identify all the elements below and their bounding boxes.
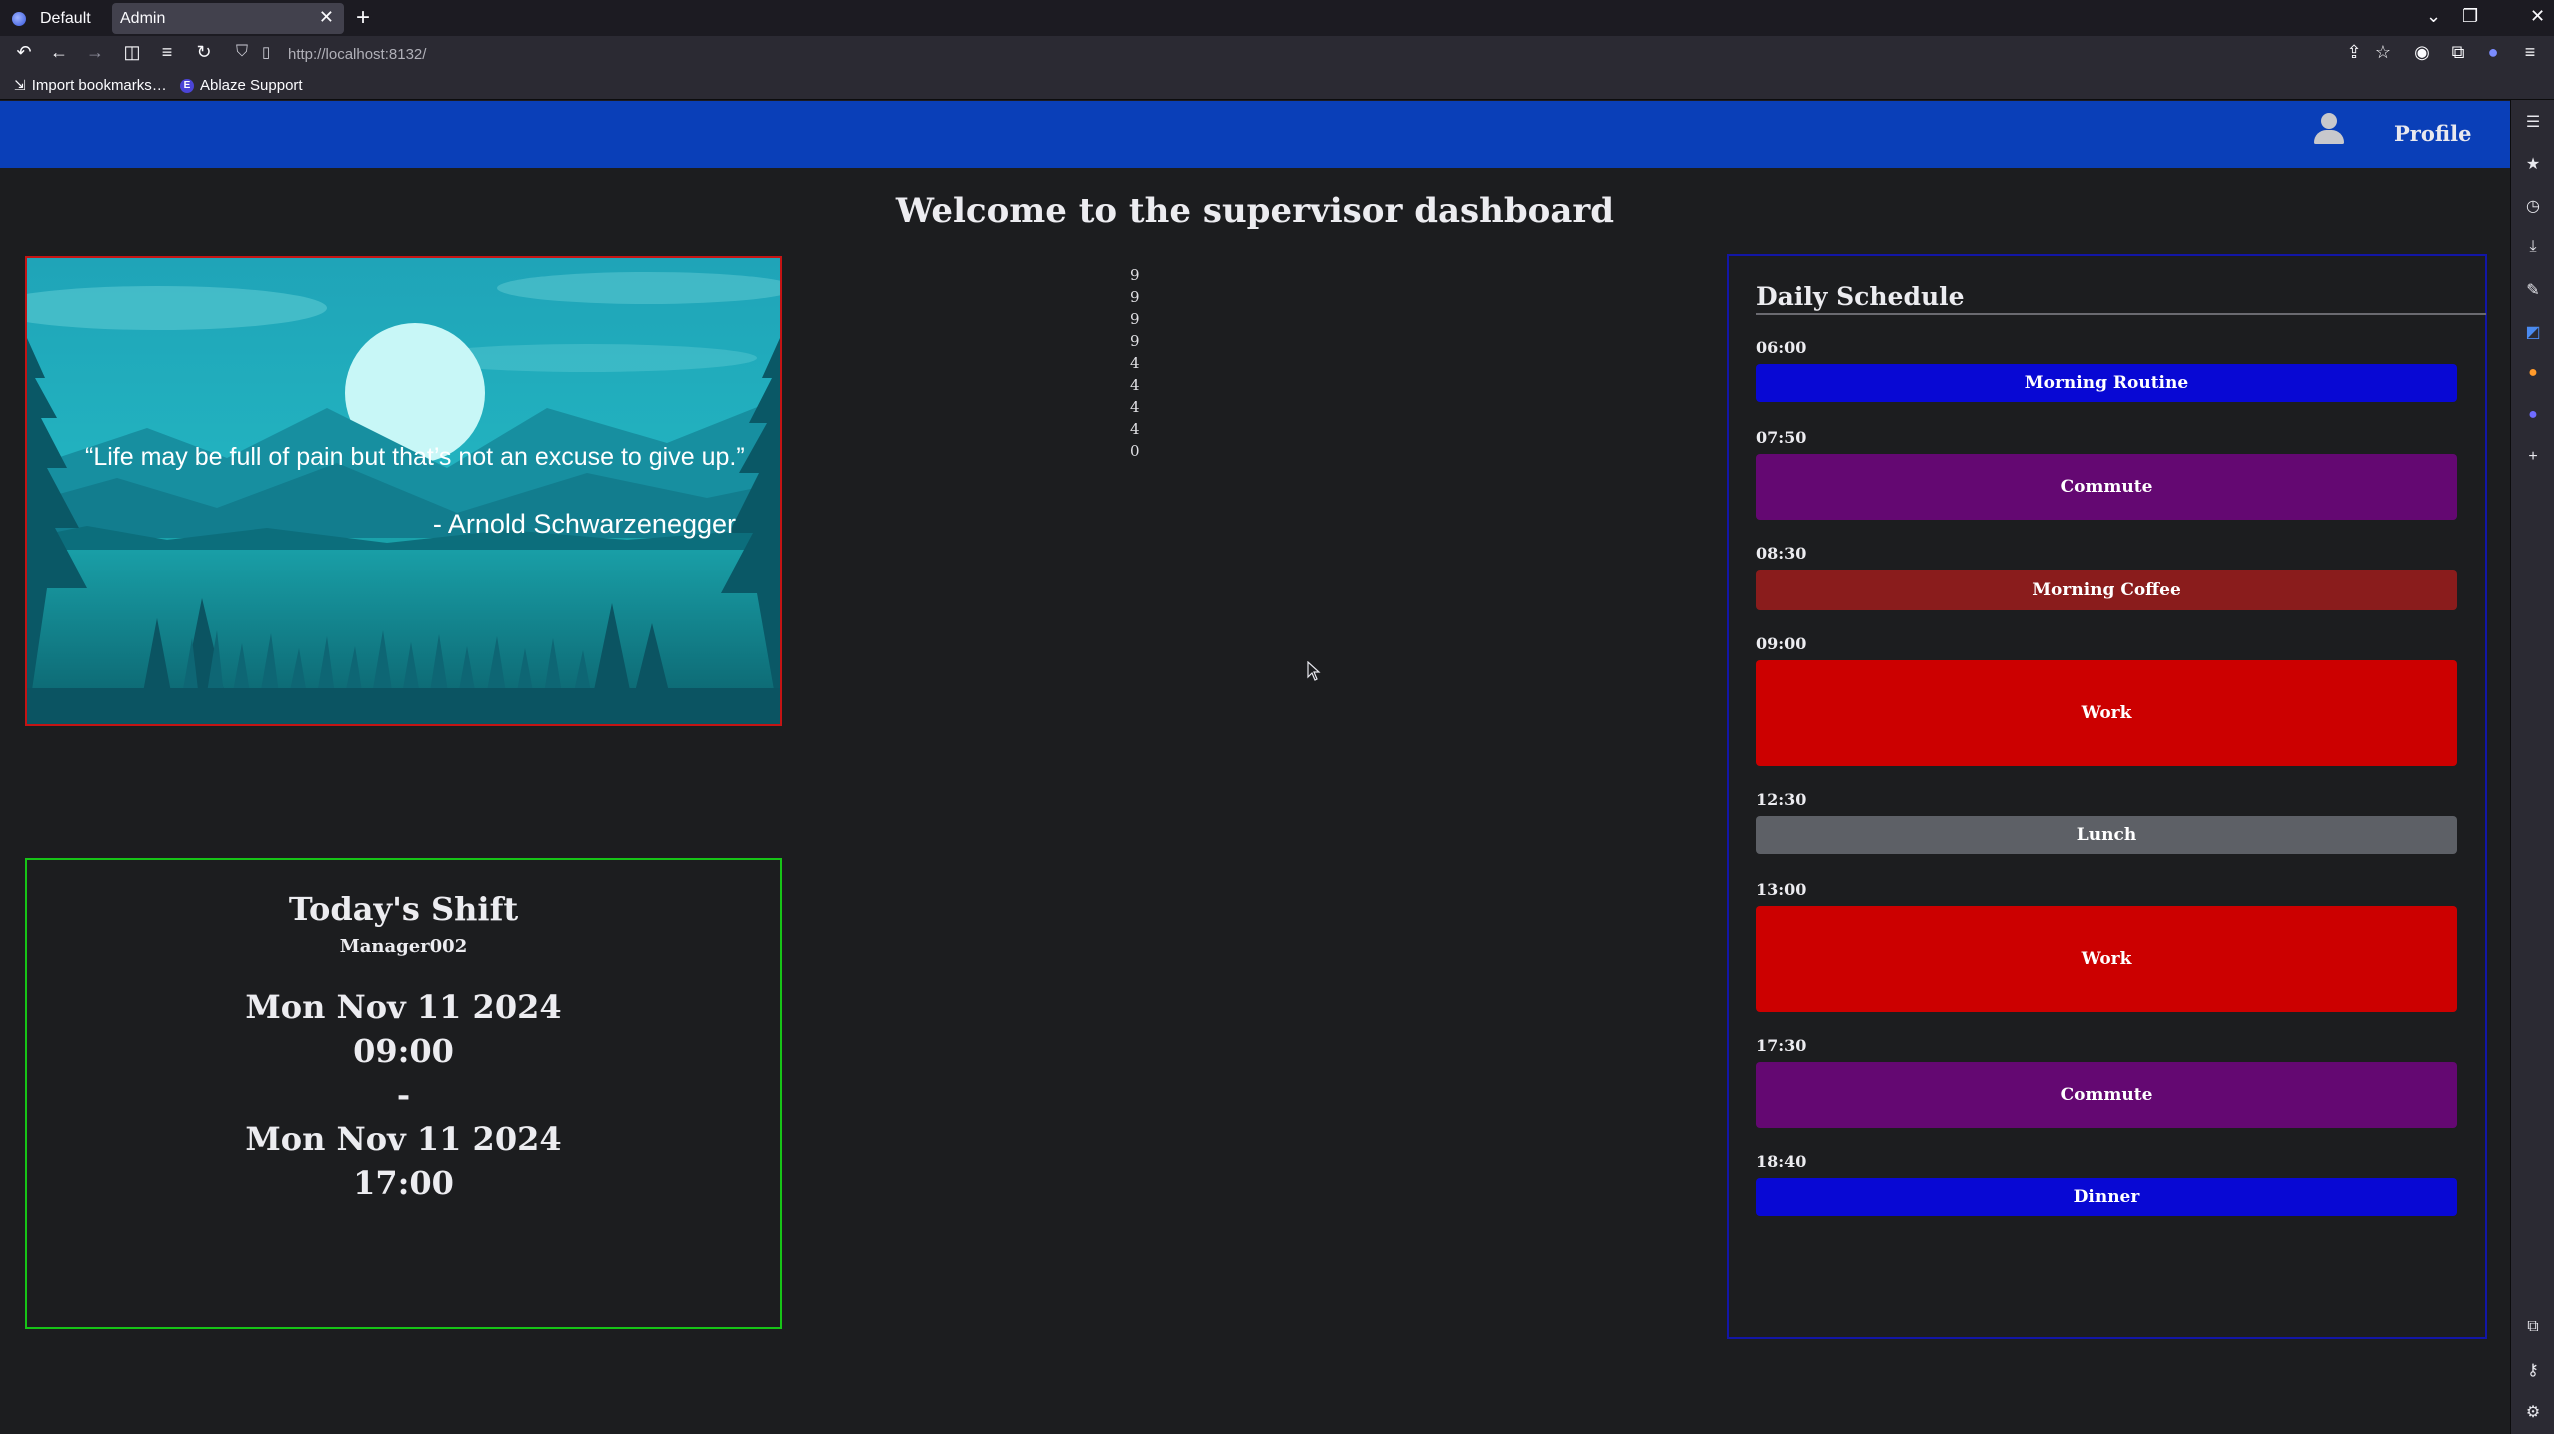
star-icon[interactable]: ★	[2523, 154, 2543, 174]
browser-tab-strip: Default Admin ✕ + ⌄ ❐ ✕	[0, 0, 2554, 36]
bookmark-star-icon[interactable]: ☆	[2371, 42, 2395, 63]
firefox-icon	[12, 11, 26, 26]
schedule-block-morning-coffee[interactable]: Morning Coffee	[1756, 570, 2457, 610]
counter-item: 9	[1130, 266, 1140, 284]
shift-separator: -	[396, 1076, 411, 1114]
avatar-shoulders	[2314, 130, 2344, 144]
landscape-illustration	[27, 258, 780, 724]
schedule-time: 18:40	[1756, 1152, 1807, 1171]
bookmark-import-label: Import bookmarks…	[31, 77, 167, 94]
schedule-block-commute[interactable]: Commute	[1756, 454, 2457, 520]
schedule-block-lunch[interactable]: Lunch	[1756, 816, 2457, 854]
download-icon[interactable]: ⤓	[2523, 238, 2543, 256]
settings-gear-icon[interactable]: ⚙	[2523, 1402, 2543, 1422]
shift-title: Today's Shift	[288, 890, 519, 928]
schedule-time: 06:00	[1756, 338, 1807, 357]
tab-default-label: Default	[40, 9, 91, 27]
quote-card: “Life may be full of pain but that’s not…	[25, 256, 782, 726]
counter-item: 9	[1130, 332, 1140, 350]
schedule-time: 17:30	[1756, 1036, 1807, 1055]
counter-list: 9 9 9 9 4 4 4 4 0	[1130, 264, 1150, 462]
shift-start-time: 09:00	[353, 1032, 454, 1070]
add-panel-icon[interactable]: +	[2523, 448, 2543, 466]
schedule-block-work[interactable]: Work	[1756, 660, 2457, 766]
close-tab-icon[interactable]: ✕	[319, 7, 334, 28]
profile-icon[interactable]: ●	[2481, 42, 2505, 63]
browser-sidebar: ☰ ★ ◷ ⤓ ✎ ◩ ● ● + ⧉ ⚷ ⚙	[2510, 100, 2554, 1434]
counter-item: 4	[1130, 398, 1140, 416]
pen-icon[interactable]: ✎	[2523, 280, 2543, 300]
bookmark-ablaze-support[interactable]: E Ablaze Support	[180, 77, 303, 94]
reload-icon[interactable]: ↻	[192, 42, 216, 63]
back-icon[interactable]: ←	[47, 42, 71, 63]
mouse-cursor-icon	[1307, 661, 1321, 681]
counter-item: 9	[1130, 310, 1140, 328]
firefox-relay-icon[interactable]: ●	[2523, 364, 2543, 382]
schedule-time: 13:00	[1756, 880, 1807, 899]
extension-icon[interactable]: ⧉	[2523, 1318, 2543, 1336]
avatar-head	[2321, 113, 2337, 129]
chevron-down-icon[interactable]: ⌄	[2426, 6, 2441, 27]
schedule-time: 08:30	[1756, 544, 1807, 563]
menu-icon[interactable]: ≡	[2518, 42, 2542, 63]
tab-admin[interactable]: Admin ✕	[112, 3, 344, 34]
counter-item: 9	[1130, 288, 1140, 306]
user-avatar-icon[interactable]	[2312, 113, 2346, 147]
bookmark-ablaze-label: Ablaze Support	[200, 77, 303, 94]
counter-item: 4	[1130, 354, 1140, 372]
page-title: Welcome to the supervisor dashboard	[895, 191, 1615, 231]
bookmark-import[interactable]: ⇲ Import bookmarks…	[14, 77, 167, 94]
schedule-block-morning-routine[interactable]: Morning Routine	[1756, 364, 2457, 402]
shift-end-time: 17:00	[353, 1164, 454, 1202]
url-text[interactable]: http://localhost:8132/	[288, 46, 426, 63]
ablaze-logo-icon: E	[180, 78, 194, 93]
schedule-block-dinner[interactable]: Dinner	[1756, 1178, 2457, 1216]
schedule-block-commute[interactable]: Commute	[1756, 1062, 2457, 1128]
extensions-icon[interactable]: ⧉	[2446, 42, 2470, 63]
forward-icon[interactable]: →	[83, 42, 107, 63]
quote-text: “Life may be full of pain but that’s not…	[85, 443, 745, 471]
bookmarks-bar: ⇲ Import bookmarks… E Ablaze Support	[0, 72, 2554, 100]
schedule-time: 09:00	[1756, 634, 1807, 653]
undo-icon[interactable]: ↶	[12, 42, 36, 63]
counter-item: 4	[1130, 376, 1140, 394]
dashboard-page: Profile Welcome to the supervisor dashbo…	[0, 101, 2510, 1434]
counter-item: 4	[1130, 420, 1140, 438]
todays-shift-card: Today's Shift Manager002 Mon Nov 11 2024…	[25, 858, 782, 1329]
profile-link[interactable]: Profile	[2394, 121, 2471, 146]
page-icon: ▯	[262, 44, 271, 61]
ablaze-icon[interactable]: ●	[2523, 406, 2543, 424]
shift-user: Manager002	[339, 936, 468, 957]
daily-schedule-card: Daily Schedule 06:00 Morning Routine 07:…	[1727, 254, 2487, 1339]
schedule-block-work[interactable]: Work	[1756, 906, 2457, 1012]
share-icon[interactable]: ⇪	[2342, 42, 2366, 63]
browser-toolbar: ↶ ← → ◫ ≡ ↻ ⛉ ▯ http://localhost:8132/ ⇪…	[0, 36, 2554, 72]
tab-list-icon[interactable]: ≡	[155, 42, 179, 63]
url-bar[interactable]: ⛉ ▯ http://localhost:8132/	[226, 40, 2406, 68]
shift-start-date: Mon Nov 11 2024	[245, 988, 562, 1026]
counter-item: 0	[1130, 442, 1140, 460]
account-icon[interactable]: ◉	[2410, 42, 2434, 63]
translate-icon[interactable]: ◩	[2523, 322, 2543, 342]
schedule-time: 07:50	[1756, 428, 1807, 447]
schedule-title: Daily Schedule	[1756, 282, 2486, 315]
sidebar-toggle-icon[interactable]: ◫	[120, 42, 144, 63]
clock-icon[interactable]: ◷	[2523, 196, 2543, 216]
close-window-icon[interactable]: ✕	[2530, 6, 2545, 27]
key-icon[interactable]: ⚷	[2523, 1360, 2543, 1380]
tab-admin-label: Admin	[120, 9, 166, 27]
quote-author: - Arnold Schwarzenegger	[432, 509, 736, 539]
schedule-time: 12:30	[1756, 790, 1807, 809]
tab-default[interactable]: Default	[8, 3, 108, 34]
import-icon: ⇲	[14, 77, 26, 93]
shift-end-date: Mon Nov 11 2024	[245, 1120, 562, 1158]
shield-icon: ⛉	[236, 43, 249, 60]
history-db-icon[interactable]: ☰	[2523, 112, 2543, 132]
top-navigation-bar: Profile	[0, 101, 2510, 168]
new-tab-icon[interactable]: +	[356, 4, 370, 32]
restore-window-icon[interactable]: ❐	[2462, 6, 2478, 27]
